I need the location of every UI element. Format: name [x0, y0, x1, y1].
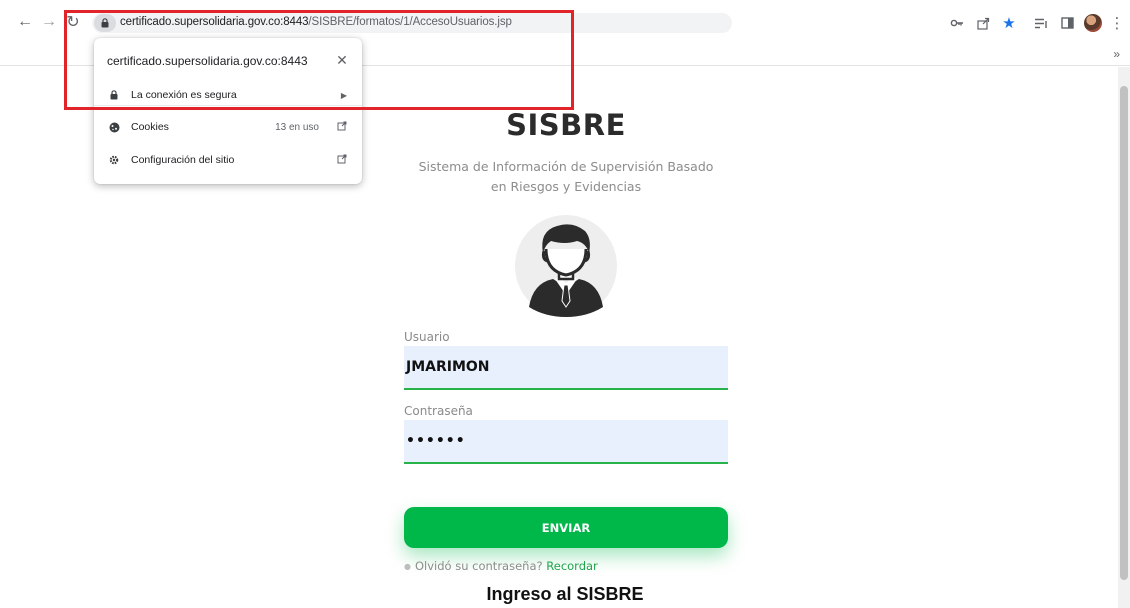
username-input[interactable]: JMARIMON — [404, 346, 728, 390]
forward-arrow-icon[interactable]: → — [38, 10, 60, 34]
username-label: Usuario — [404, 330, 450, 344]
bullet-dot: ● — [404, 562, 411, 571]
connection-secure-row[interactable]: La conexión es segura ▶ — [94, 84, 362, 106]
app-subtitle: Sistema de Información de Supervisión Ba… — [404, 157, 728, 197]
chevron-right-icon: ▶ — [340, 90, 347, 100]
close-icon[interactable]: ✕ — [332, 50, 352, 70]
site-info-button[interactable] — [94, 14, 116, 32]
back-arrow-icon[interactable]: ← — [14, 10, 36, 34]
popup-site-title: certificado.supersolidaria.gov.co:8443 — [107, 54, 308, 68]
reload-icon[interactable]: ↻ — [62, 10, 84, 34]
app-subtitle-line-1: Sistema de Información de Supervisión Ba… — [418, 159, 714, 174]
cookies-count: 13 en uso — [275, 121, 319, 133]
bookmarks-overflow-button[interactable]: » — [1113, 47, 1120, 61]
profile-avatar-icon — [1084, 14, 1102, 32]
submit-button[interactable]: ENVIAR — [404, 507, 728, 548]
side-panel-icon[interactable] — [1058, 13, 1076, 33]
figure-caption: Ingreso al SISBRE — [486, 584, 644, 604]
lock-icon — [101, 18, 109, 28]
reading-list-icon[interactable] — [1032, 13, 1050, 33]
key-icon[interactable] — [948, 13, 966, 33]
site-settings-label: Configuración del sitio — [131, 154, 235, 166]
url-host: certificado.supersolidaria.gov.co:8443 — [120, 16, 309, 28]
site-settings-row[interactable]: Configuración del sitio — [94, 149, 362, 171]
popup-divider — [94, 105, 362, 106]
url-text[interactable]: certificado.supersolidaria.gov.co:8443/S… — [120, 16, 512, 28]
password-input[interactable]: •••••• — [404, 420, 728, 464]
recover-password-link[interactable]: Recordar — [546, 559, 598, 573]
scrollbar-thumb[interactable] — [1120, 86, 1128, 580]
site-info-popup: certificado.supersolidaria.gov.co:8443 ✕… — [94, 38, 362, 184]
app-subtitle-line-2: en Riesgos y Evidencias — [490, 179, 642, 194]
forgot-password-line: ● Olvidó su contraseña? Recordar — [404, 559, 598, 573]
cookies-row[interactable]: Cookies 13 en uso — [94, 116, 362, 138]
share-icon[interactable] — [974, 13, 992, 33]
lock-icon — [108, 90, 120, 100]
bookmark-star-icon[interactable]: ★ — [1000, 13, 1018, 33]
cookies-label: Cookies — [131, 121, 169, 133]
external-link-icon — [337, 154, 347, 167]
external-link-icon — [337, 121, 347, 134]
password-label: Contraseña — [404, 404, 473, 418]
connection-secure-label: La conexión es segura — [131, 89, 237, 101]
profile-avatar[interactable] — [1083, 13, 1103, 33]
url-path: /SISBRE/formatos/1/AccesoUsuarios.jsp — [308, 16, 512, 28]
forgot-password-text: Olvidó su contraseña? — [414, 559, 543, 573]
user-avatar-icon — [515, 215, 617, 317]
app-title: SISBRE — [506, 108, 626, 142]
cookie-icon — [108, 122, 120, 133]
gear-icon — [108, 155, 120, 165]
kebab-menu-icon[interactable]: ⋮ — [1110, 13, 1125, 33]
